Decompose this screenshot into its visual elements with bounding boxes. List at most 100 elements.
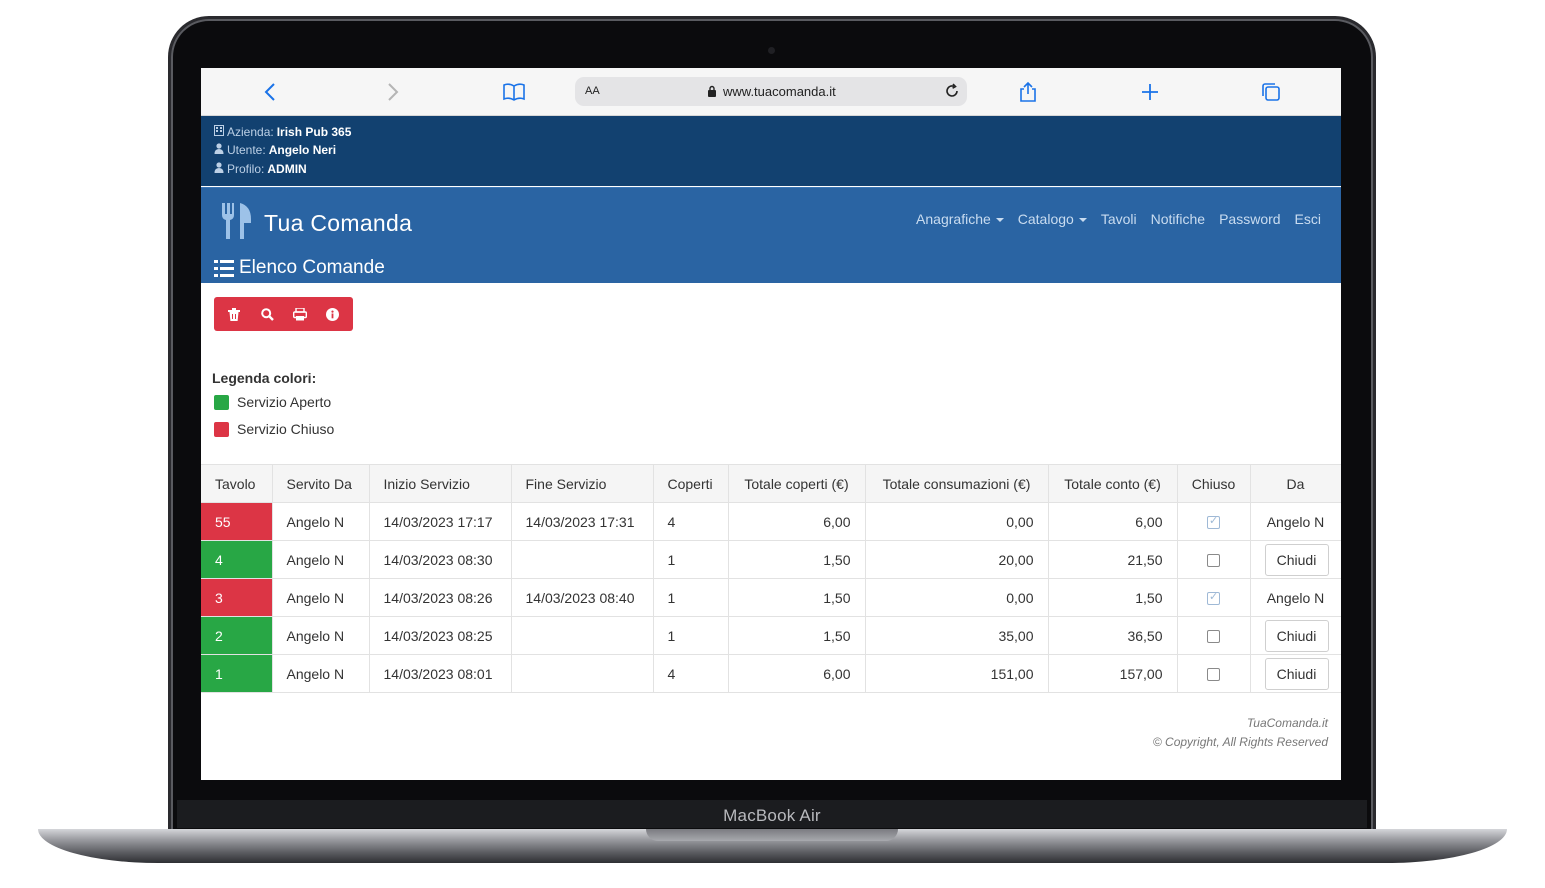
- table-header-row: Tavolo Servito Da Inizio Servizio Fine S…: [201, 464, 1341, 503]
- user-icon: [214, 143, 224, 157]
- fine-cell: [511, 654, 654, 693]
- laptop-chin: MacBook Air: [177, 800, 1367, 828]
- legend-label-closed: Servizio Chiuso: [237, 421, 335, 437]
- totale-coperti-cell: 6,00: [728, 502, 866, 541]
- tavolo-cell[interactable]: 55: [201, 502, 273, 541]
- da-cell: Chiudi: [1250, 540, 1341, 579]
- bookmarks-icon[interactable]: [502, 80, 526, 104]
- new-tab-icon[interactable]: [1138, 80, 1162, 104]
- nav-item-catalogo[interactable]: Catalogo: [1018, 211, 1087, 227]
- list-icon: [214, 260, 234, 283]
- col-header-inizio[interactable]: Inizio Servizio: [369, 464, 512, 503]
- main-navbar: Tua Comanda Anagrafiche Catalogo Tavoli …: [201, 187, 1341, 255]
- brand-logo[interactable]: Tua Comanda: [220, 202, 412, 245]
- da-cell: Chiudi: [1250, 654, 1341, 693]
- nav-item-anagrafiche[interactable]: Anagrafiche: [916, 211, 1004, 227]
- tabs-overview-icon[interactable]: [1259, 80, 1283, 104]
- tavolo-cell[interactable]: 3: [201, 578, 273, 617]
- search-icon[interactable]: [254, 301, 280, 327]
- chiudi-button[interactable]: Chiudi: [1264, 543, 1329, 576]
- chiudi-button[interactable]: Chiudi: [1264, 657, 1329, 690]
- profilo-row: Profilo: ADMIN: [214, 161, 307, 177]
- print-icon[interactable]: [287, 301, 313, 327]
- col-header-coperti[interactable]: Coperti: [653, 464, 729, 503]
- col-header-da[interactable]: Da: [1250, 464, 1341, 503]
- profilo-value: ADMIN: [267, 162, 307, 176]
- chiudi-button[interactable]: Chiudi: [1264, 619, 1329, 652]
- totale-consumazioni-cell: 35,00: [865, 616, 1049, 655]
- table-row: 4 Angelo N 14/03/2023 08:30 1 1,50 20,00…: [201, 540, 1341, 579]
- nav-item-password[interactable]: Password: [1219, 211, 1280, 227]
- page-title: Elenco Comande: [239, 257, 385, 278]
- table-row: 1 Angelo N 14/03/2023 08:01 4 6,00 151,0…: [201, 654, 1341, 693]
- profile-icon: [214, 162, 224, 176]
- session-info-bar: Azienda: Irish Pub 365 Utente: Angelo Ne…: [201, 116, 1341, 186]
- totale-conto-cell: 157,00: [1048, 654, 1178, 693]
- nav-item-notifiche[interactable]: Notifiche: [1151, 211, 1205, 227]
- tavolo-cell[interactable]: 2: [201, 616, 273, 655]
- chiuso-checkbox: [1207, 590, 1220, 606]
- col-header-totale-consumazioni[interactable]: Totale consumazioni (€): [865, 464, 1049, 503]
- totale-consumazioni-cell: 0,00: [865, 502, 1049, 541]
- url-text: www.tuacomanda.it: [723, 84, 836, 99]
- info-icon[interactable]: [320, 301, 346, 327]
- building-icon: [214, 125, 224, 139]
- inizio-cell: 14/03/2023 08:01: [369, 654, 512, 693]
- reload-icon[interactable]: [943, 82, 961, 103]
- screen: AA www.tuacomanda.it Azienda: Irish Pub …: [201, 68, 1341, 780]
- trash-icon[interactable]: [221, 301, 247, 327]
- chiuso-checkbox: [1207, 514, 1220, 530]
- servito-cell: Angelo N: [272, 654, 370, 693]
- address-bar[interactable]: AA www.tuacomanda.it: [575, 77, 967, 106]
- legend-item-closed: Servizio Chiuso: [214, 421, 334, 437]
- chiuso-cell: [1177, 616, 1251, 655]
- azienda-label: Azienda:: [227, 125, 274, 139]
- nav-item-esci[interactable]: Esci: [1295, 211, 1321, 227]
- totale-coperti-cell: 1,50: [728, 616, 866, 655]
- col-header-tavolo[interactable]: Tavolo: [201, 464, 273, 503]
- da-cell: Chiudi: [1250, 616, 1341, 655]
- totale-consumazioni-cell: 20,00: [865, 540, 1049, 579]
- chiuso-checkbox[interactable]: [1207, 668, 1220, 682]
- col-header-totale-coperti[interactable]: Totale coperti (€): [728, 464, 866, 503]
- col-header-chiuso[interactable]: Chiuso: [1177, 464, 1251, 503]
- da-cell: Angelo N: [1250, 578, 1341, 617]
- servito-cell: Angelo N: [272, 502, 370, 541]
- inizio-cell: 14/03/2023 08:25: [369, 616, 512, 655]
- legend-swatch-closed: [214, 421, 229, 437]
- browser-toolbar: AA www.tuacomanda.it: [201, 68, 1341, 116]
- chiuso-cell: [1177, 502, 1251, 541]
- servito-cell: Angelo N: [272, 616, 370, 655]
- col-header-fine[interactable]: Fine Servizio: [511, 464, 654, 503]
- totale-conto-cell: 1,50: [1048, 578, 1178, 617]
- fine-cell: 14/03/2023 17:31: [511, 502, 654, 541]
- chiuso-checkbox[interactable]: [1207, 554, 1220, 568]
- footer-copyright: © Copyright, All Rights Reserved: [1152, 735, 1328, 749]
- servito-cell: Angelo N: [272, 578, 370, 617]
- share-icon[interactable]: [1016, 80, 1040, 104]
- tavolo-cell[interactable]: 1: [201, 654, 273, 693]
- tavolo-cell[interactable]: 4: [201, 540, 273, 579]
- inizio-cell: 14/03/2023 17:17: [369, 502, 512, 541]
- totale-consumazioni-cell: 151,00: [865, 654, 1049, 693]
- footer-site[interactable]: TuaComanda.it: [1153, 714, 1328, 733]
- inizio-cell: 14/03/2023 08:26: [369, 578, 512, 617]
- totale-coperti-cell: 6,00: [728, 654, 866, 693]
- back-icon[interactable]: [259, 80, 283, 104]
- col-header-totale-conto[interactable]: Totale conto (€): [1048, 464, 1178, 503]
- nav-item-tavoli[interactable]: Tavoli: [1101, 211, 1137, 227]
- utente-label: Utente:: [227, 143, 266, 157]
- totale-coperti-cell: 1,50: [728, 578, 866, 617]
- totale-conto-cell: 36,50: [1048, 616, 1178, 655]
- da-cell: Angelo N: [1250, 502, 1341, 541]
- chiuso-checkbox[interactable]: [1207, 630, 1220, 644]
- nav-menu: Anagrafiche Catalogo Tavoli Notifiche Pa…: [916, 211, 1321, 227]
- reader-button[interactable]: AA: [585, 85, 600, 97]
- legend-item-open: Servizio Aperto: [214, 394, 331, 410]
- webcam: [768, 47, 775, 54]
- cutlery-icon: [220, 202, 254, 245]
- azienda-row: Azienda: Irish Pub 365: [214, 124, 351, 140]
- lock-icon: [707, 85, 717, 100]
- col-header-servito-da[interactable]: Servito Da: [272, 464, 370, 503]
- forward-icon[interactable]: [380, 80, 404, 104]
